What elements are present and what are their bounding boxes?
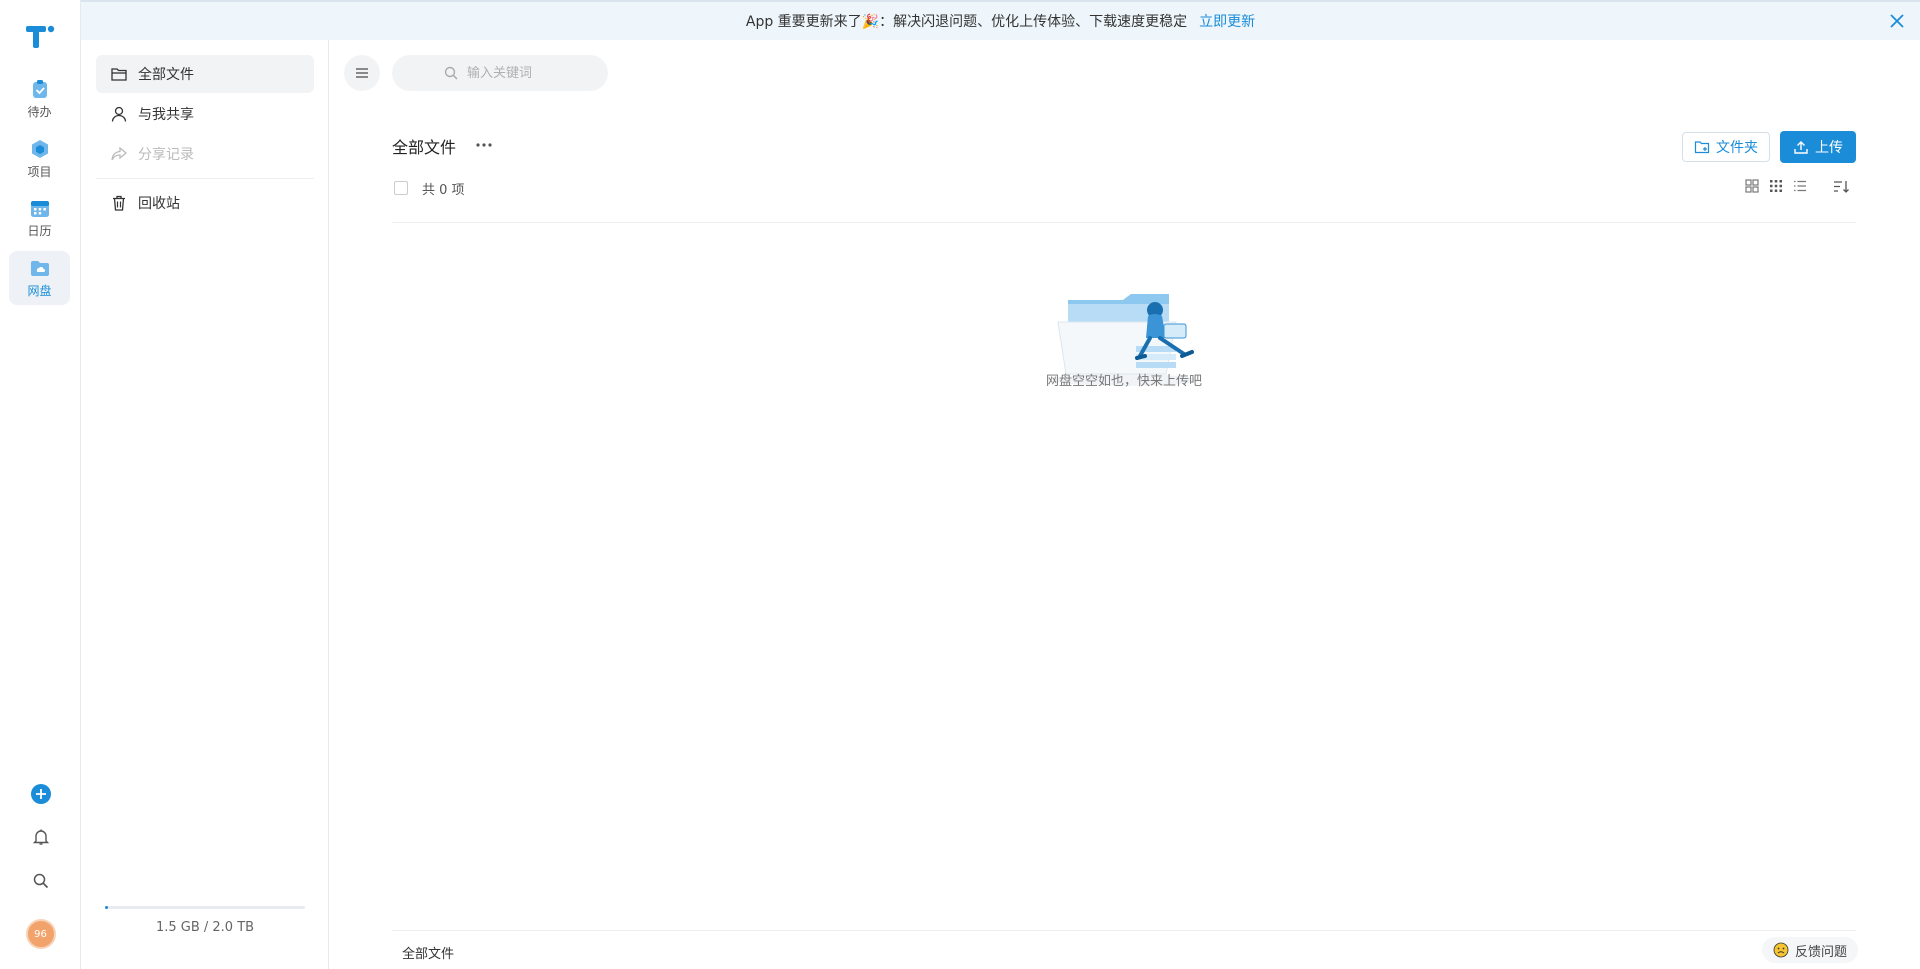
banner-text: App 重要更新来了🎉：解决闪退问题、优化上传体验、下载速度更稳定: [745, 14, 1188, 30]
rail-item-label: 待办: [27, 105, 52, 119]
close-icon[interactable]: [1888, 12, 1906, 30]
app-logo-icon[interactable]: [23, 20, 57, 54]
rail-item-project[interactable]: 项目: [9, 132, 70, 186]
sidebar-item-label: 全部文件: [138, 67, 194, 83]
search-box[interactable]: [392, 55, 608, 91]
large-grid-view-icon[interactable]: [1744, 178, 1760, 194]
list-header-divider: [392, 222, 1856, 223]
update-now-link[interactable]: 立即更新: [1199, 11, 1255, 31]
feedback-button[interactable]: 反馈问题: [1762, 937, 1858, 963]
file-sidebar: 全部文件 与我共享 分享记录 回收站 1.5 GB / 2.0 TB: [81, 40, 329, 969]
hamburger-icon: [356, 68, 368, 78]
bell-icon[interactable]: [31, 827, 51, 847]
update-banner: App 重要更新来了🎉：解决闪退问题、优化上传体验、下载速度更稳定 立即更新: [81, 0, 1920, 40]
sidebar-item-shared-with-me[interactable]: 与我共享: [96, 95, 314, 133]
sidebar-item-share-records[interactable]: 分享记录: [96, 135, 314, 173]
rail-item-label: 日历: [27, 224, 52, 238]
storage-progress-fill: [105, 906, 108, 909]
storage-text: 1.5 GB / 2.0 TB: [155, 920, 255, 935]
select-all-checkbox[interactable]: [394, 181, 408, 195]
upload-label: 上传: [1815, 140, 1843, 156]
small-grid-view-icon[interactable]: [1768, 178, 1784, 194]
avatar[interactable]: 96: [25, 919, 56, 949]
sidebar-item-label: 与我共享: [138, 107, 194, 123]
new-folder-label: 文件夹: [1716, 140, 1758, 156]
item-count: 共 0 项: [422, 183, 465, 198]
menu-toggle-button[interactable]: [344, 55, 380, 91]
main-panel: 全部文件 文件夹 上传 共 0 项: [330, 40, 1920, 969]
new-folder-button[interactable]: 文件夹: [1682, 132, 1770, 162]
sidebar-divider: [96, 178, 314, 179]
add-folder-icon: [1694, 141, 1710, 154]
rail-item-todo[interactable]: 待办: [9, 72, 70, 126]
sidebar-item-all-files[interactable]: 全部文件: [96, 55, 314, 93]
sort-icon[interactable]: [1832, 178, 1850, 196]
avatar-text: 96: [34, 928, 47, 940]
rail-item-calendar[interactable]: 日历: [9, 191, 70, 245]
trash-icon: [113, 195, 125, 211]
add-icon[interactable]: [30, 783, 52, 805]
rail-item-label: 项目: [27, 165, 52, 179]
sidebar-item-recycle-bin[interactable]: 回收站: [96, 184, 314, 222]
search-input[interactable]: [467, 65, 557, 81]
list-view-icon[interactable]: [1792, 178, 1808, 194]
folder-icon: [111, 68, 127, 81]
more-icon[interactable]: [472, 136, 496, 154]
todo-icon: [32, 80, 47, 98]
search-icon[interactable]: [31, 871, 51, 891]
rail-item-cloud-drive[interactable]: 网盘: [9, 251, 70, 305]
nav-rail: 待办 项目 日历 网盘 96: [0, 0, 81, 969]
user-icon: [111, 106, 127, 122]
calendar-icon: [30, 201, 49, 217]
feedback-label: 反馈问题: [1794, 944, 1847, 960]
footer-divider: [392, 930, 1856, 931]
project-icon: [31, 140, 48, 158]
feedback-emoji-icon: [1773, 942, 1789, 958]
share-icon: [111, 146, 128, 161]
empty-state-text: 网盘空空如也，快来上传吧: [1045, 374, 1202, 389]
storage-progress: [105, 906, 305, 909]
search-icon: [444, 66, 458, 80]
sidebar-item-label: 回收站: [138, 196, 180, 212]
sidebar-item-label: 分享记录: [138, 147, 194, 163]
upload-button[interactable]: 上传: [1780, 131, 1856, 163]
page-title: 全部文件: [392, 138, 457, 157]
cloud-drive-icon: [30, 261, 49, 276]
rail-item-label: 网盘: [27, 284, 52, 298]
upload-icon: [1794, 141, 1808, 154]
view-mode-switch: [1744, 178, 1808, 194]
breadcrumb[interactable]: 全部文件: [402, 943, 454, 962]
